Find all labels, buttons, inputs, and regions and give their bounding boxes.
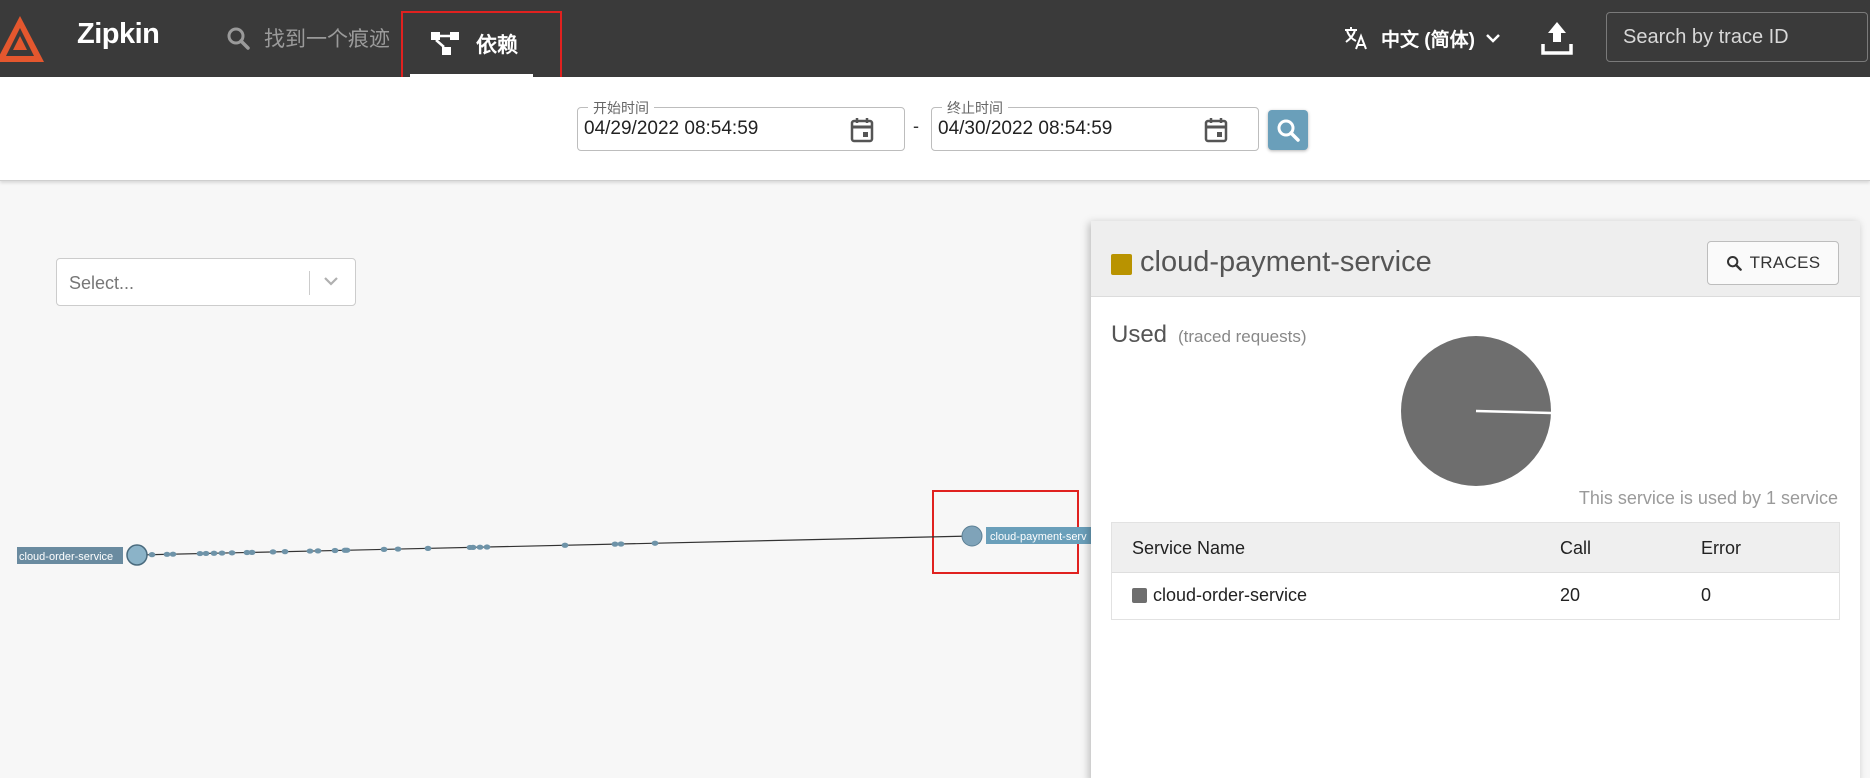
column-header-call[interactable]: Call [1560, 538, 1591, 559]
service-color-swatch [1132, 588, 1147, 603]
chevron-down-icon [1486, 34, 1500, 43]
traffic-particle [611, 541, 619, 547]
row-call-count: 20 [1560, 585, 1581, 605]
traffic-particle [343, 547, 351, 553]
node-cloud-order-service[interactable] [126, 544, 148, 566]
trace-id-search-input[interactable] [1606, 12, 1868, 62]
traffic-particle [424, 545, 432, 551]
app-bar: Zipkin 找到一个痕迹 依赖 中文 (简体) [0, 0, 1870, 77]
traces-button-label: TRACES [1749, 253, 1821, 272]
traffic-particle [218, 550, 226, 556]
node-label-cloud-order-service[interactable]: cloud-order-service [19, 551, 113, 563]
nav-find-trace-label: 找到一个痕迹 [264, 28, 390, 51]
traffic-particle [196, 550, 204, 557]
traffic-particle [163, 551, 171, 557]
language-label: 中文 (简体) [1381, 29, 1475, 51]
calendar-icon[interactable] [1204, 117, 1228, 143]
date-range-separator: - [913, 116, 919, 136]
end-time-picker[interactable]: 终止时间 04/30/2022 08:54:59 [931, 98, 1259, 151]
service-title: cloud-payment-service [1140, 246, 1432, 278]
node-cloud-payment-service[interactable] [961, 525, 983, 547]
traces-button[interactable]: TRACES [1707, 241, 1839, 285]
search-button[interactable] [1268, 110, 1308, 150]
usage-pie-chart [1401, 336, 1552, 486]
dependency-edge[interactable] [136, 535, 973, 556]
panel-header: cloud-payment-service TRACES [1091, 221, 1860, 297]
start-time-picker[interactable]: 开始时间 04/29/2022 08:54:59 [577, 98, 905, 151]
traffic-particle [380, 546, 388, 552]
app-title[interactable]: Zipkin [77, 18, 160, 51]
table-header: Service Name Call Error [1112, 523, 1839, 573]
traffic-particle [228, 550, 236, 556]
traffic-particle [269, 549, 277, 555]
traffic-particle [148, 552, 156, 558]
traffic-particle [394, 546, 402, 552]
translate-icon [1345, 27, 1367, 50]
end-time-label: 终止时间 [942, 98, 1008, 118]
service-detail-panel: cloud-payment-service TRACES Used (trace… [1091, 221, 1860, 778]
traffic-particle [281, 549, 289, 555]
node-label-cloud-payment-service[interactable]: cloud-payment-serv [990, 531, 1087, 543]
traffic-particle [314, 548, 322, 554]
row-error-count: 0 [1701, 585, 1712, 605]
traffic-particle [483, 544, 491, 550]
used-subtitle: (traced requests) [1178, 327, 1307, 346]
used-title: Used [1111, 321, 1168, 348]
nav-dependencies-label: 依赖 [476, 34, 518, 57]
traffic-particle [469, 544, 477, 550]
nav-find-trace[interactable]: 找到一个痕迹 [226, 18, 390, 58]
column-header-service-name[interactable]: Service Name [1132, 538, 1245, 559]
start-time-value[interactable]: 04/29/2022 08:54:59 [584, 118, 758, 140]
nav-dependencies[interactable]: 依赖 [410, 12, 533, 77]
end-time-value[interactable]: 04/30/2022 08:54:59 [938, 118, 1112, 140]
callers-table: Service Name Call Error cloud-order-serv… [1111, 522, 1840, 620]
upload-icon[interactable] [1541, 20, 1573, 56]
zipkin-logo-icon[interactable] [0, 14, 46, 64]
traffic-particle [306, 548, 314, 554]
search-icon [1726, 256, 1742, 271]
traffic-particle [202, 550, 210, 557]
traffic-particle [210, 550, 218, 556]
dependency-graph[interactable]: cloud-order-service cloud-payment-serv [0, 182, 1092, 778]
used-by-text: This service is used by 1 service [1578, 488, 1838, 508]
traffic-particle [561, 542, 569, 548]
search-icon [227, 27, 250, 50]
column-header-error[interactable]: Error [1701, 538, 1741, 559]
calendar-icon[interactable] [850, 117, 874, 143]
traffic-particle [331, 547, 339, 554]
traffic-particle [651, 540, 659, 546]
service-color-swatch [1111, 254, 1132, 275]
table-row[interactable]: cloud-order-service 20 0 [1112, 573, 1839, 619]
row-service-name-text: cloud-order-service [1153, 585, 1308, 605]
language-selector[interactable]: 中文 (简体) [1343, 22, 1501, 54]
traffic-particle [248, 549, 256, 555]
start-time-label: 开始时间 [588, 98, 654, 118]
dependencies-icon [431, 32, 459, 55]
row-service-name: cloud-order-service [1132, 585, 1307, 606]
search-icon [1277, 119, 1300, 142]
traffic-particle [169, 551, 177, 557]
traffic-particle [476, 544, 484, 550]
traffic-particle [617, 541, 625, 547]
